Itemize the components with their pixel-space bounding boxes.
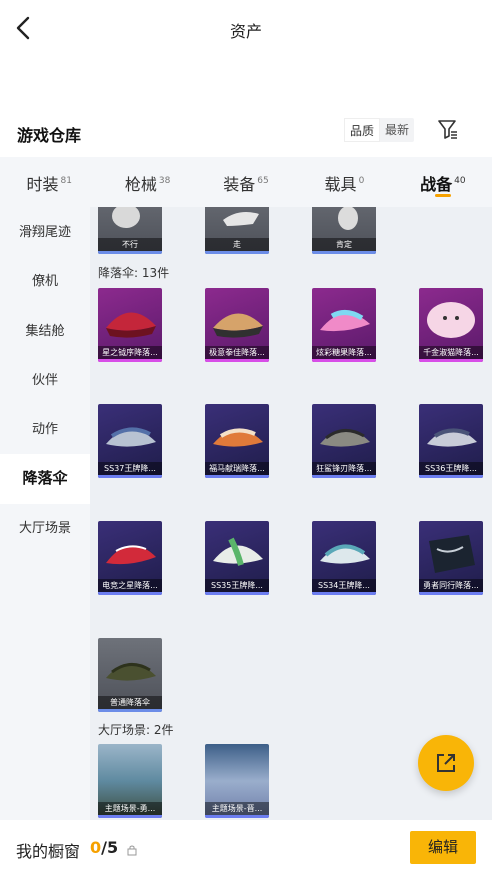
item-name: 千金淑猫降落... (419, 346, 483, 359)
filter-icon[interactable] (436, 117, 460, 141)
item-name: 普通降落伞 (98, 696, 162, 709)
item-name: 狂鲨锋刃降落... (312, 462, 376, 475)
item-name: 电竞之星降落... (98, 579, 162, 592)
emote-item[interactable]: 走 (205, 207, 269, 254)
active-tab-indicator (434, 194, 451, 197)
sidebar-item-wingman[interactable]: 僚机 (0, 257, 90, 306)
rarity-bar (312, 592, 376, 595)
item-name: 不行 (98, 238, 162, 251)
parachute-group-label: 降落伞: 13件 (98, 266, 170, 280)
item-name: SS37王牌降... (98, 462, 162, 475)
rarity-bar (205, 359, 269, 362)
sort-newest-button[interactable]: 最新 (380, 118, 414, 142)
edit-button[interactable]: 编辑 (410, 831, 476, 864)
rarity-bar (98, 592, 162, 595)
item-name: 星之钺序降落... (98, 346, 162, 359)
share-fab-button[interactable] (418, 735, 474, 791)
lock-icon (127, 841, 137, 856)
parachute-item[interactable]: 千金淑猫降落... (419, 288, 483, 362)
rarity-bar (419, 359, 483, 362)
tab-label: 时装 (26, 175, 59, 194)
top-bar: 资产 (0, 0, 492, 58)
rarity-bar (205, 592, 269, 595)
item-name: SS35王牌降... (205, 579, 269, 592)
item-name: 走 (205, 238, 269, 251)
warehouse-title: 游戏仓库 (17, 126, 82, 145)
parachute-item[interactable]: 电竞之星降落... (98, 521, 162, 595)
item-name: 主题场景-勇... (98, 802, 162, 815)
rarity-bar (98, 709, 162, 712)
tab-count: 40 (454, 176, 466, 186)
rarity-bar (312, 475, 376, 478)
tab-vehicles[interactable]: 载具 0 (295, 157, 393, 207)
sidebar-item-companion[interactable]: 伙伴 (0, 356, 90, 405)
tab-fashion[interactable]: 时装 81 (0, 157, 98, 207)
parachute-item[interactable]: 狂鲨锋刃降落... (312, 404, 376, 478)
lobby-scene-item[interactable]: 主题场景-勇... (98, 744, 162, 818)
sort-toggle: 品质 最新 (344, 118, 415, 142)
showcase-current: 0 (90, 838, 102, 857)
rarity-bar (98, 359, 162, 362)
item-name: SS36王牌降... (419, 462, 483, 475)
parachute-item[interactable]: 勇者同行降落... (419, 521, 483, 595)
showcase-label: 我的橱窗 (16, 842, 81, 861)
lobby-scene-item[interactable]: 主题场景-晋... (205, 744, 269, 818)
parachute-item[interactable]: SS36王牌降... (419, 404, 483, 478)
lobby-scene-group-label: 大厅场景: 2件 (98, 723, 174, 737)
showcase-bar: 我的橱窗 0/5 编辑 (0, 820, 492, 876)
parachute-item[interactable]: 极意拳佳降落... (205, 288, 269, 362)
tab-count: 81 (60, 176, 72, 186)
rarity-bar (419, 475, 483, 478)
parachute-item[interactable]: 福马献瑞降落... (205, 404, 269, 478)
item-name: 福马献瑞降落... (205, 462, 269, 475)
parachute-item[interactable]: 星之钺序降落... (98, 288, 162, 362)
showcase-count: 0/5 (90, 838, 118, 857)
sort-quality-button[interactable]: 品质 (344, 118, 381, 142)
tab-label: 载具 (324, 175, 357, 194)
rarity-bar (312, 359, 376, 362)
rarity-bar (98, 251, 162, 254)
parachute-item[interactable]: SS37王牌降... (98, 404, 162, 478)
emote-item[interactable]: 肯定 (312, 207, 376, 254)
item-name: 肯定 (312, 238, 376, 251)
tab-battle-gear[interactable]: 战备 40 (394, 157, 492, 207)
rarity-bar (419, 592, 483, 595)
sidebar-item-glide-trail[interactable]: 滑翔尾迹 (0, 208, 90, 257)
rarity-bar (205, 815, 269, 818)
sidebar-item-emote[interactable]: 动作 (0, 405, 90, 454)
tab-label: 装备 (223, 175, 256, 194)
rarity-bar (98, 815, 162, 818)
tab-label: 战备 (420, 175, 453, 194)
tab-count: 38 (158, 176, 171, 186)
external-link-icon (437, 754, 455, 772)
warehouse-header: 游戏仓库 品质 最新 (0, 116, 492, 152)
parachute-item[interactable]: 炫彩糖果降落... (312, 288, 376, 362)
item-name: 主题场景-晋... (205, 802, 269, 815)
sidebar-item-rally-pod[interactable]: 集结舱 (0, 307, 90, 356)
tab-weapons[interactable]: 枪械 38 (98, 157, 196, 207)
tab-label: 枪械 (124, 175, 157, 194)
showcase-total: /5 (101, 838, 119, 857)
parachute-item[interactable]: SS34王牌降... (312, 521, 376, 595)
sidebar-item-lobby-scene[interactable]: 大厅场景 (0, 504, 90, 553)
sub-category-sidebar: 滑翔尾迹 僚机 集结舱 伙伴 动作 降落伞 大厅场景 (0, 207, 90, 820)
tab-equipment[interactable]: 装备 65 (197, 157, 295, 207)
item-name: 极意拳佳降落... (205, 346, 269, 359)
page-title: 资产 (229, 22, 262, 41)
parachute-item[interactable]: 普通降落伞 (98, 638, 162, 712)
item-grid: 不行 走 肯定 降落伞: 13件 星之钺序降落... 极意拳佳降落... 炫彩糖… (90, 207, 492, 820)
item-name: 勇者同行降落... (419, 579, 483, 592)
rarity-bar (205, 475, 269, 478)
tab-count: 0 (358, 176, 365, 186)
item-name: 炫彩糖果降落... (312, 346, 376, 359)
sidebar-item-parachute[interactable]: 降落伞 (0, 454, 90, 504)
emote-item[interactable]: 不行 (98, 207, 162, 254)
rarity-bar (205, 251, 269, 254)
category-tabs: 时装 81 枪械 38 装备 65 载具 0 战备 40 (0, 157, 492, 207)
rarity-bar (98, 475, 162, 478)
tab-count: 65 (257, 176, 269, 186)
rarity-bar (312, 251, 376, 254)
parachute-item[interactable]: SS35王牌降... (205, 521, 269, 595)
item-name: SS34王牌降... (312, 579, 376, 592)
